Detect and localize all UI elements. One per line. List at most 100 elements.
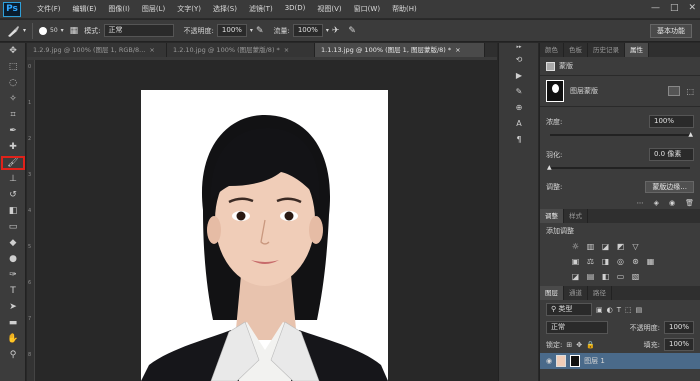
dodge-tool-icon[interactable]: ● <box>0 251 26 267</box>
levels-icon[interactable]: ▥ <box>585 241 596 252</box>
vibrance-icon[interactable]: ▽ <box>630 241 641 252</box>
history-brush-tool-icon[interactable]: ↺ <box>0 187 26 203</box>
shape-filter-icon[interactable]: ⬚ <box>625 306 632 314</box>
threshold-icon[interactable]: ◧ <box>600 271 611 282</box>
clone-source-icon[interactable]: ⊕ <box>499 99 539 115</box>
tab-doc-2[interactable]: 1.2.10.jpg @ 100% (图层蒙版/8) * × <box>167 43 315 57</box>
brush-size-picker[interactable]: 50 ▾ <box>39 26 64 35</box>
pressure-size-icon[interactable]: ✎ <box>348 26 356 36</box>
pixel-mask-icon[interactable] <box>668 86 681 96</box>
flow-input[interactable]: 100% <box>292 24 323 37</box>
menu-edit[interactable]: 编辑(E) <box>67 4 103 14</box>
lock-pixels-icon[interactable]: ⊞ <box>566 341 572 349</box>
black-white-icon[interactable]: ◨ <box>600 256 611 267</box>
brush-presets-icon[interactable]: ✎ <box>499 83 539 99</box>
feather-slider[interactable]: ▲ <box>547 164 690 171</box>
tab-styles[interactable]: 样式 <box>564 209 588 223</box>
menu-layer[interactable]: 图层(L) <box>136 4 171 14</box>
mask-edge-button[interactable]: 蒙版边缘... <box>645 181 694 193</box>
type-filter-icon[interactable]: T <box>617 306 621 314</box>
tab-paths[interactable]: 路径 <box>588 286 612 300</box>
lock-all-icon[interactable]: 🔒 <box>586 341 595 349</box>
zoom-tool-icon[interactable]: ⚲ <box>0 347 26 363</box>
minimize-button[interactable]: — <box>651 3 660 13</box>
menu-select[interactable]: 选择(S) <box>207 4 243 14</box>
menu-help[interactable]: 帮助(H) <box>386 4 423 14</box>
document-canvas[interactable] <box>35 60 497 381</box>
mask-thumbnail[interactable] <box>570 355 581 367</box>
menu-image[interactable]: 图像(I) <box>102 4 136 14</box>
channel-mixer-icon[interactable]: ⊛ <box>630 256 641 267</box>
load-selection-icon[interactable]: ⋯ <box>637 199 644 207</box>
brush-tool-icon[interactable]: 🖌 <box>0 155 26 171</box>
character-panel-icon[interactable]: A <box>499 115 539 131</box>
color-balance-icon[interactable]: ⚖ <box>585 256 596 267</box>
pixel-filter-icon[interactable]: ▣ <box>596 306 603 314</box>
brightness-icon[interactable]: ☼ <box>570 241 581 252</box>
layer-row[interactable]: ◉ 图层 1 <box>540 353 700 369</box>
curves-icon[interactable]: ◪ <box>600 241 611 252</box>
tab-layers[interactable]: 图层 <box>540 286 564 300</box>
gradient-map-icon[interactable]: ▭ <box>615 271 626 282</box>
quick-select-tool-icon[interactable]: ✧ <box>0 91 26 107</box>
path-select-tool-icon[interactable]: ➤ <box>0 299 26 315</box>
slider-handle-icon[interactable]: ▲ <box>688 131 693 138</box>
history-panel-icon[interactable]: ⟲ <box>499 51 539 67</box>
eye-icon[interactable]: ◉ <box>546 357 552 365</box>
fill-input[interactable]: 100% <box>663 338 694 351</box>
pressure-opacity-icon[interactable]: ✎ <box>256 26 264 36</box>
apply-mask-icon[interactable]: ◈ <box>654 199 659 207</box>
brush-panel-toggle[interactable]: ▦ <box>70 26 79 36</box>
collapse-icon[interactable]: ▸▸ <box>499 43 539 51</box>
density-slider[interactable]: ▲ <box>550 131 693 138</box>
close-icon[interactable]: × <box>284 46 289 54</box>
chevron-down-icon[interactable]: ▾ <box>250 27 253 34</box>
lock-move-icon[interactable]: ✥ <box>576 341 582 349</box>
photo-filter-icon[interactable]: ◎ <box>615 256 626 267</box>
smart-filter-icon[interactable]: ▤ <box>636 306 643 314</box>
blend-mode-select[interactable]: 正常 <box>546 321 608 334</box>
gradient-tool-icon[interactable]: ▭ <box>0 219 26 235</box>
slider-handle-icon[interactable]: ▲ <box>547 164 552 171</box>
marquee-tool-icon[interactable]: ⬚ <box>0 59 26 75</box>
color-lookup-icon[interactable]: ▦ <box>645 256 656 267</box>
hue-saturation-icon[interactable]: ▣ <box>570 256 581 267</box>
close-button[interactable]: ✕ <box>688 3 696 13</box>
tab-doc-1[interactable]: 1.2.9.jpg @ 100% (图层 1, RGB/8... × <box>27 43 167 57</box>
tab-properties[interactable]: 属性 <box>625 43 649 57</box>
healing-brush-tool-icon[interactable]: ✚ <box>0 139 26 155</box>
airbrush-icon[interactable]: ✈ <box>332 26 340 36</box>
layer-name[interactable]: 图层 1 <box>584 356 605 366</box>
eyedropper-tool-icon[interactable]: ✒ <box>0 123 26 139</box>
selective-color-icon[interactable]: ▧ <box>630 271 641 282</box>
invert-icon[interactable]: ◪ <box>570 271 581 282</box>
crop-tool-icon[interactable]: ⌗ <box>0 107 26 123</box>
portrait-photo[interactable] <box>141 90 388 381</box>
disable-mask-icon[interactable]: ◉ <box>669 199 675 207</box>
adjust-filter-icon[interactable]: ◐ <box>607 306 613 314</box>
workspace-switcher[interactable]: 基本功能 <box>650 24 692 38</box>
clone-stamp-tool-icon[interactable]: ⊥ <box>0 171 26 187</box>
tab-swatches[interactable]: 色板 <box>564 43 588 57</box>
vector-mask-icon[interactable]: ⬚ <box>686 87 694 96</box>
maximize-button[interactable]: □ <box>670 3 679 13</box>
lasso-tool-icon[interactable]: ◌ <box>0 75 26 91</box>
opacity-input[interactable]: 100% <box>216 24 247 37</box>
posterize-icon[interactable]: ▤ <box>585 271 596 282</box>
eraser-tool-icon[interactable]: ◧ <box>0 203 26 219</box>
type-tool-icon[interactable]: T <box>0 283 26 299</box>
tab-color[interactable]: 颜色 <box>540 43 564 57</box>
delete-icon[interactable]: 🗑 <box>685 199 694 207</box>
tab-adjustments[interactable]: 调整 <box>540 209 564 223</box>
blur-tool-icon[interactable]: ◆ <box>0 235 26 251</box>
feather-input[interactable]: 0.0 像素 <box>649 148 694 161</box>
tab-doc-3[interactable]: 1.1.13.jpg @ 100% (图层 1, 图层蒙版/8) * × <box>315 43 485 57</box>
tab-channels[interactable]: 通道 <box>564 286 588 300</box>
mode-select[interactable]: 正常 <box>103 24 174 37</box>
exposure-icon[interactable]: ◩ <box>615 241 626 252</box>
hand-tool-icon[interactable]: ✋ <box>0 331 26 347</box>
close-icon[interactable]: × <box>149 46 154 54</box>
pen-tool-icon[interactable]: ✑ <box>0 267 26 283</box>
menu-window[interactable]: 窗口(W) <box>348 4 386 14</box>
layer-opacity-input[interactable]: 100% <box>663 321 694 334</box>
